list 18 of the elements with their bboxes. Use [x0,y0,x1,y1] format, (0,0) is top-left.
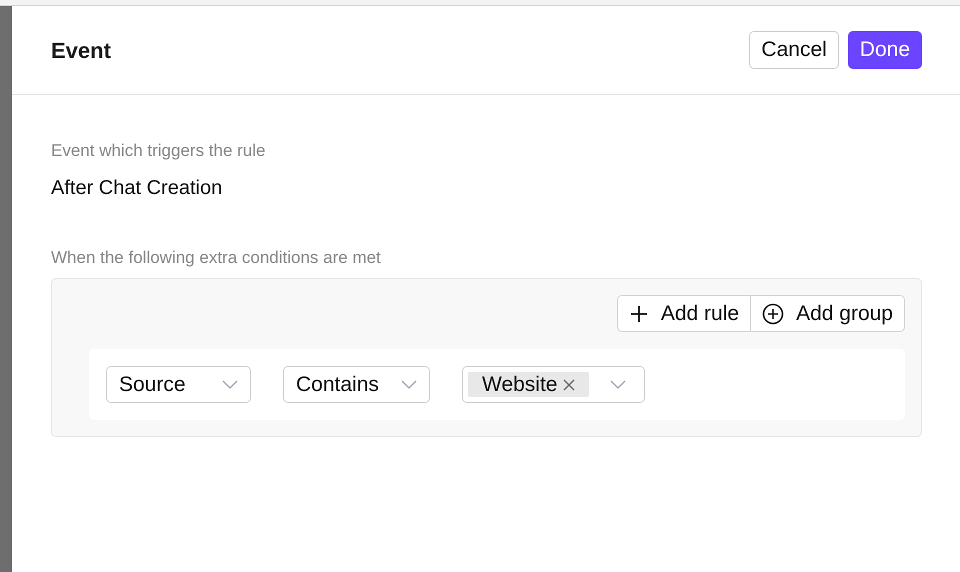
plus-icon [628,304,649,324]
chevron-down-icon [222,380,238,390]
chevron-down-icon [401,380,417,390]
trigger-value: After Chat Creation [51,176,224,200]
tag-text: Website [482,372,558,398]
value-select[interactable]: Website [462,366,645,403]
trigger-label: Event which triggers the rule [51,140,266,162]
field-select[interactable]: Source [106,366,251,403]
add-group-button[interactable]: Add group [750,296,904,331]
cancel-button[interactable]: Cancel [749,31,839,69]
done-button[interactable]: Done [848,31,922,69]
chevron-down-icon [610,380,626,390]
add-rule-button[interactable]: Add rule [618,296,750,331]
operator-select[interactable]: Contains [283,366,430,403]
panel-title: Event [51,36,111,64]
plus-circle-icon [762,302,784,324]
conditions-label: When the following extra conditions are met [51,246,382,268]
close-icon[interactable] [563,378,576,390]
